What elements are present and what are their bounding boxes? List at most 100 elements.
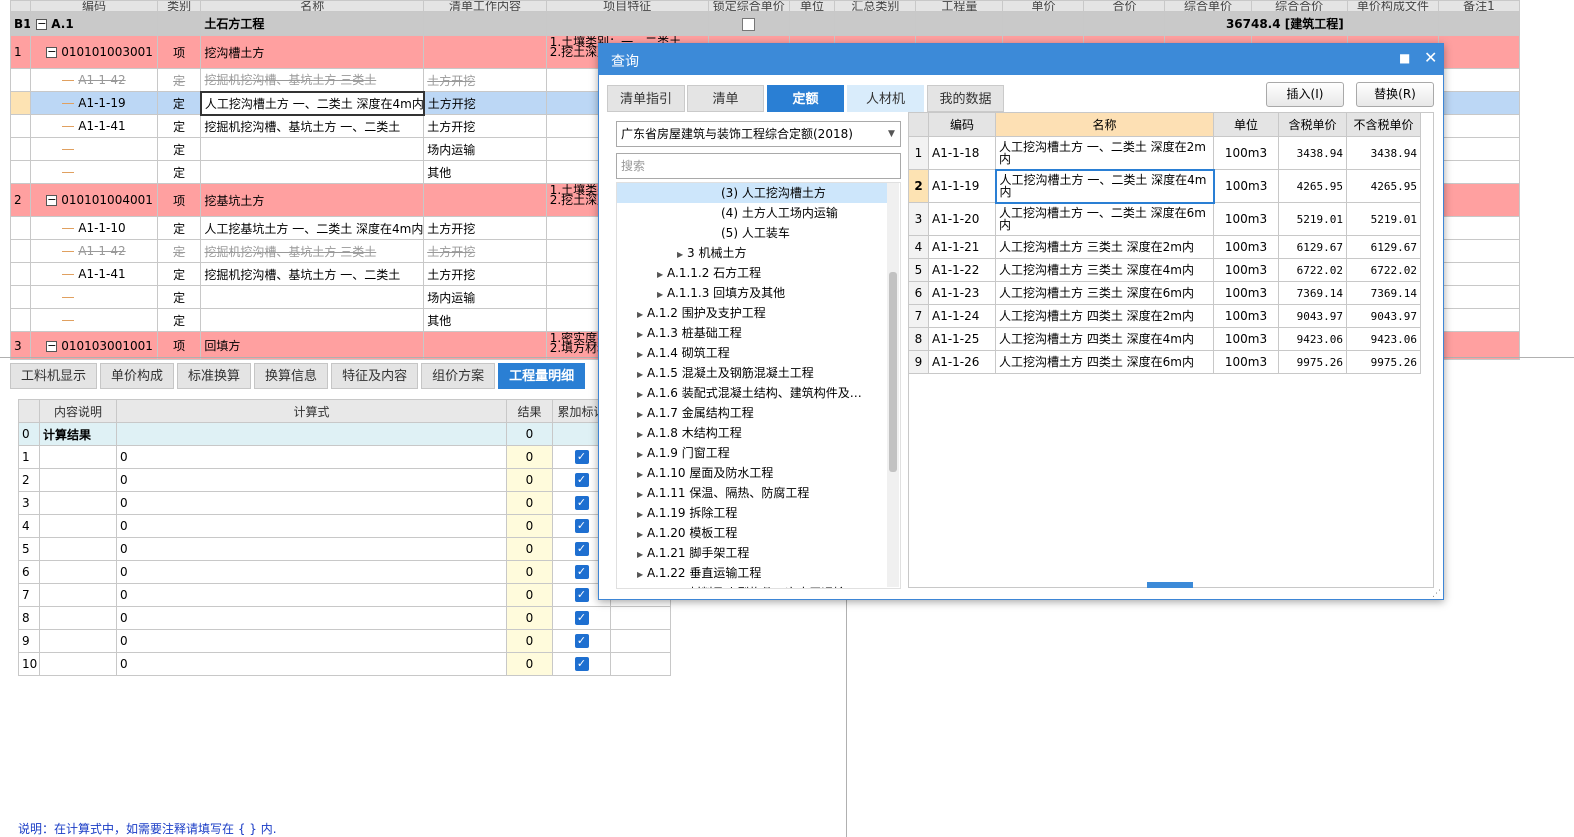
name-cell[interactable]: 人工挖沟槽土方 三类土 深度在2m内 xyxy=(995,235,1214,259)
tab-conversion-info[interactable]: 换算信息 xyxy=(254,363,329,389)
work-content-cell[interactable] xyxy=(423,35,547,69)
tree-node[interactable]: ▶ 3 机械土方 xyxy=(617,243,887,263)
value-cell[interactable] xyxy=(1437,68,1521,92)
insert-button[interactable]: 插入(I) xyxy=(1266,82,1344,107)
formula-cell[interactable]: 0 xyxy=(116,537,507,561)
tree-node[interactable]: (4) 土方人工场内运输 xyxy=(617,203,887,223)
description-cell[interactable] xyxy=(39,514,117,538)
tree-node[interactable]: ▶ A.1.9 门窗工程 xyxy=(617,443,887,463)
value-cell[interactable] xyxy=(1437,35,1521,69)
name-cell[interactable]: 挖掘机挖沟槽、基坑土方 一、二类土 xyxy=(200,262,425,286)
header-cell[interactable]: 单位 xyxy=(788,0,836,12)
header-cell[interactable]: 项目特征 xyxy=(545,0,709,12)
tree-node[interactable]: ▶ A.1.7 金属结构工程 xyxy=(617,403,887,423)
notax-price-cell[interactable]: 3438.94 xyxy=(1346,136,1421,170)
header-cell[interactable]: 类别 xyxy=(156,0,202,12)
chevron-down-icon[interactable]: ▼ xyxy=(888,129,895,139)
name-cell[interactable]: 人工挖沟槽土方 三类土 深度在4m内 xyxy=(995,258,1214,282)
description-cell[interactable] xyxy=(39,491,117,515)
name-cell[interactable] xyxy=(200,285,425,309)
work-content-cell[interactable]: 土方开挖 xyxy=(423,216,547,240)
code-cell[interactable]: A1-1-21 xyxy=(928,235,996,259)
header-cell[interactable]: 综合合价 xyxy=(1250,0,1348,12)
expand-arrow-icon[interactable]: ▶ xyxy=(657,265,667,285)
type-cell[interactable]: 定 xyxy=(156,68,202,92)
work-content-cell[interactable] xyxy=(423,11,547,36)
expand-arrow-icon[interactable]: ▶ xyxy=(637,525,647,545)
header-cell[interactable]: 编码 xyxy=(30,0,158,12)
expand-arrow-icon[interactable]: ▶ xyxy=(657,285,667,305)
type-cell[interactable]: 定 xyxy=(156,160,202,184)
type-cell[interactable] xyxy=(156,11,202,36)
work-content-cell[interactable]: 其他 xyxy=(423,308,547,332)
name-cell[interactable]: 土石方工程 xyxy=(200,11,425,36)
expand-arrow-icon[interactable]: ▶ xyxy=(677,245,687,265)
dialog-title-bar[interactable]: 查询 ■ ✕ xyxy=(599,44,1443,75)
value-cell[interactable] xyxy=(1437,11,1521,36)
name-cell[interactable]: 人工挖沟槽土方 四类土 深度在4m内 xyxy=(995,327,1214,351)
expand-arrow-icon[interactable]: ▶ xyxy=(637,445,647,465)
tax-price-cell[interactable]: 6129.67 xyxy=(1278,235,1347,259)
notax-price-cell[interactable]: 6129.67 xyxy=(1346,235,1421,259)
code-cell[interactable] xyxy=(30,137,158,161)
name-cell[interactable]: 人工挖沟槽土方 三类土 深度在6m内 xyxy=(995,281,1214,305)
check-icon[interactable]: ✓ xyxy=(574,450,589,465)
name-cell[interactable] xyxy=(200,160,425,184)
formula-cell[interactable] xyxy=(116,422,507,446)
value-cell[interactable] xyxy=(1437,331,1521,360)
unit-cell[interactable]: 100m3 xyxy=(1213,235,1279,259)
expand-arrow-icon[interactable]: ▶ xyxy=(637,585,647,588)
code-cell[interactable]: A1-1-42 xyxy=(30,68,158,92)
notax-price-cell[interactable]: 9423.06 xyxy=(1346,327,1421,351)
name-cell[interactable]: 挖掘机挖沟槽、基坑土方 三类土 xyxy=(200,68,425,92)
type-cell[interactable]: 项 xyxy=(156,183,202,217)
expand-arrow-icon[interactable]: ▶ xyxy=(637,505,647,525)
tax-price-cell[interactable]: 9975.26 xyxy=(1278,350,1347,374)
code-cell[interactable] xyxy=(30,308,158,332)
tree-node[interactable]: ▶ A.1.5 混凝土及钢筋混凝土工程 xyxy=(617,363,887,383)
notax-price-cell[interactable]: 6722.02 xyxy=(1346,258,1421,282)
code-cell[interactable]: A1-1-26 xyxy=(928,350,996,374)
code-cell[interactable]: A1-1-19 xyxy=(30,91,158,115)
grid-expand-handle[interactable] xyxy=(1147,582,1193,588)
expand-arrow-icon[interactable]: ▶ xyxy=(637,485,647,505)
table-row[interactable]: 3 A1-1-20 人工挖沟槽土方 一、二类土 深度在6m内 100m3 5219.01… xyxy=(908,202,1421,236)
formula-cell[interactable]: 0 xyxy=(116,606,507,630)
table-row[interactable]: 3 0 0 ✓ xyxy=(18,491,671,515)
name-cell[interactable]: 人工挖基坑土方 一、二类土 深度在4m内 xyxy=(200,216,425,240)
formula-cell[interactable]: 0 xyxy=(116,629,507,653)
expand-arrow-icon[interactable]: ▶ xyxy=(637,465,647,485)
tree-node[interactable]: ▶ A.1.20 模板工程 xyxy=(617,523,887,543)
description-cell[interactable]: 计算结果 xyxy=(39,422,117,446)
check-icon[interactable]: ✓ xyxy=(574,519,589,534)
code-cell[interactable]: A1-1-18 xyxy=(928,136,996,170)
notax-price-cell[interactable]: 7369.14 xyxy=(1346,281,1421,305)
collapse-icon[interactable]: − xyxy=(46,340,58,352)
table-row[interactable]: 5 0 0 ✓ xyxy=(18,537,671,561)
name-cell[interactable]: 挖基坑土方 xyxy=(200,183,425,217)
table-row[interactable]: 5 A1-1-22 人工挖沟槽土方 三类土 深度在4m内 100m3 6722.02 67… xyxy=(908,258,1421,282)
formula-cell[interactable]: 0 xyxy=(116,514,507,538)
tree-node[interactable]: ▶ A.1.21 脚手架工程 xyxy=(617,543,887,563)
tree-node[interactable]: ▶ A.1.11 保温、隔热、防腐工程 xyxy=(617,483,887,503)
header-cell[interactable]: 工程量 xyxy=(915,0,1004,12)
table-row[interactable]: 2 A1-1-19 人工挖沟槽土方 一、二类土 深度在4m内 100m3 4265.95… xyxy=(908,168,1421,204)
value-cell[interactable] xyxy=(1346,11,1439,36)
code-cell[interactable]: A1-1-23 xyxy=(928,281,996,305)
table-row[interactable]: 2 0 0 ✓ xyxy=(18,468,671,492)
name-cell[interactable]: 挖掘机挖沟槽、基坑土方 一、二类土 xyxy=(200,114,425,138)
table-row[interactable]: 6 0 0 ✓ xyxy=(18,560,671,584)
name-cell[interactable]: 人工挖沟槽土方 一、二类土 深度在4m内 xyxy=(199,90,425,116)
unit-cell[interactable]: 100m3 xyxy=(1213,202,1279,236)
check-icon[interactable]: ✓ xyxy=(574,542,589,557)
type-cell[interactable]: 定 xyxy=(156,91,202,115)
expand-arrow-icon[interactable]: ▶ xyxy=(637,405,647,425)
name-cell[interactable]: 挖掘机挖沟槽、基坑土方 三类土 xyxy=(200,239,425,263)
tab-labor-material-machine[interactable]: 人材机 xyxy=(847,85,924,112)
tree-node[interactable]: ▶ A.1.1.3 回填方及其他 xyxy=(617,283,887,303)
value-cell[interactable] xyxy=(1083,11,1166,36)
description-cell[interactable] xyxy=(39,468,117,492)
code-cell[interactable]: A1-1-41 xyxy=(30,262,158,286)
value-cell[interactable] xyxy=(1437,216,1521,240)
code-cell[interactable]: −010101003001 xyxy=(30,35,158,69)
